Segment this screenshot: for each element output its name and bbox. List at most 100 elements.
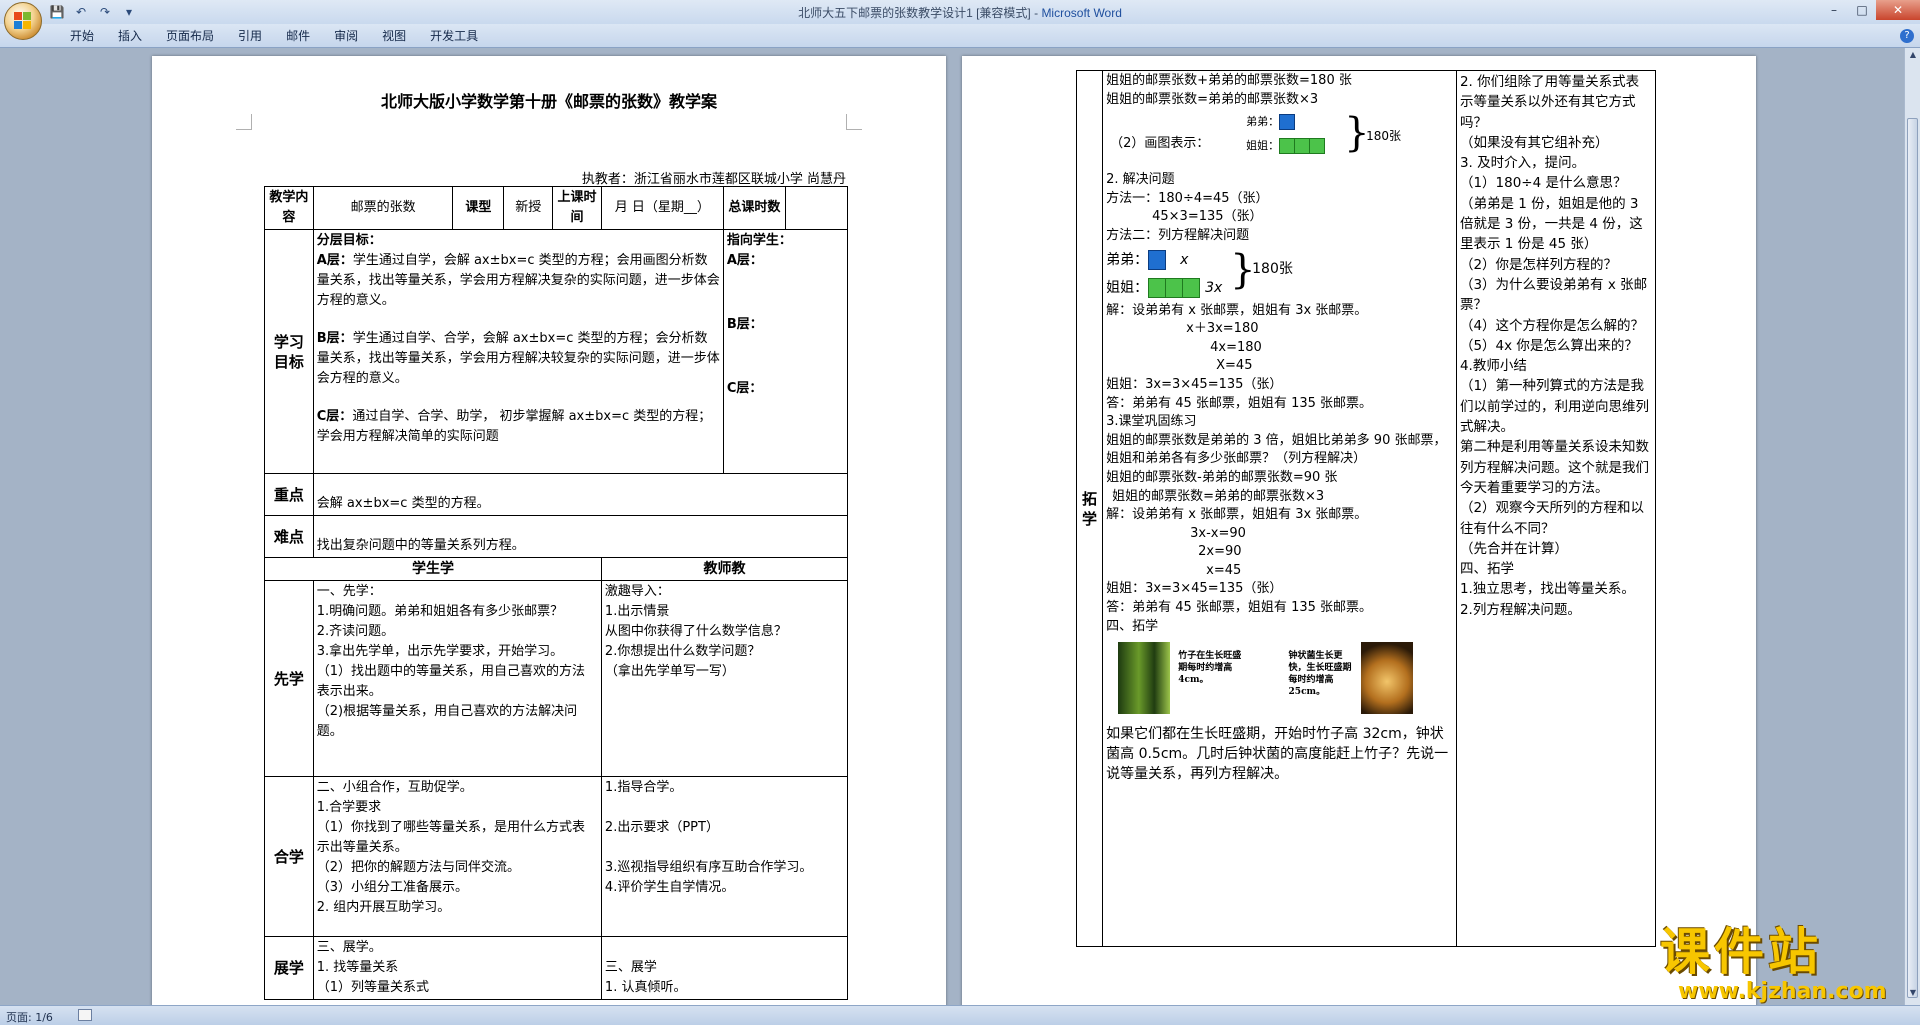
brother-block [1148,249,1167,270]
cell-total-value [784,186,849,230]
line: （2)根据等量关系，用自己喜欢的方法解决问题。 [316,704,578,739]
line: （3）为什么要设弟弟有 x 张邮票？ [1459,276,1648,314]
line: 1.明确问题。弟弟和姐姐各有多少张邮票？ [316,604,564,619]
hexue-row: 合学 二、小组合作，互助促学。 1.合学要求 （1）你找到了哪些等量关系，是用什… [264,776,849,937]
tuoxue-row: 拓学 姐姐的邮票张数+弟弟的邮票张数=180 张 姐姐的邮票张数=弟弟的邮票张数… [1075,70,1657,947]
line: （拿出先学单写一写） [604,664,735,679]
key-text: 会解 ax±bx=c 类型的方程。 [312,473,849,516]
scrollbar-thumb[interactable] [1907,118,1918,998]
mushroom-photo [1360,642,1413,715]
line: （1）180÷4 是什么意思？ [1459,175,1627,192]
line: 2. 解决问题 [1106,172,1175,188]
student-header: 学生学 [264,557,602,581]
goal-b: B层：学生通过自学、合学，会解 ax±bx=c 类型的方程；会分析数量关系，找出… [316,331,720,386]
watermark-logo: 课件站 www.kjzhan.com [1660,925,1910,1005]
line: 2x=90 [1198,544,1242,560]
line: 2.出示要求（PPT） [604,820,719,835]
title-bar: 💾 ↶ ↷ ▾ 北师大五下邮票的张数教学设计1 [兼容模式] - Microso… [0,0,1920,24]
sister-block [1309,138,1326,155]
line: 四、拓学 [1459,561,1514,578]
document-page-2[interactable]: 拓学 姐姐的邮票张数+弟弟的邮票张数=180 张 姐姐的邮票张数=弟弟的邮票张数… [962,56,1756,1005]
line: 3. 及时介入，提问。 [1459,155,1586,172]
close-button[interactable]: ✕ [1876,0,1920,20]
line: （5）4x 你是怎么算出来的？ [1459,337,1638,354]
page-count[interactable]: 页面: 1/6 [6,1009,53,1025]
student-column: 姐姐的邮票张数+弟弟的邮票张数=180 张 姐姐的邮票张数=弟弟的邮票张数×3 … [1102,70,1457,947]
growth-photo: 竹子在生长旺盛期每时约增高4cm。 钟状菌生长更快，生长旺盛期每时约增高25cm… [1118,642,1453,718]
line: 4x=180 [1210,339,1262,355]
zhanxue-teacher: 三、展学 1. 认真倾听。 [600,936,849,1000]
bamboo-photo [1118,642,1171,715]
scroll-up-icon[interactable]: ▲ [1907,50,1919,62]
line: （2）观察今天所列的方程和以往有什么不同？ [1459,500,1645,537]
sister-block [1294,138,1311,155]
line: 一、先学： [316,584,382,599]
continuation-table: 拓学 姐姐的邮票张数+弟弟的邮票张数=180 张 姐姐的邮票张数=弟弟的邮票张数… [1075,70,1657,947]
sister-block [1279,138,1296,155]
line: （如果没有其它组补充） [1459,134,1609,151]
tab-view[interactable]: 视图 [370,28,418,44]
office-button[interactable] [4,2,42,40]
line: 四、拓学 [1106,618,1159,634]
margin-corner [846,114,862,130]
tab-references[interactable]: 引用 [226,28,274,44]
line: 答：弟弟有 45 张邮票，姐姐有 135 张邮票。 [1106,395,1373,411]
line: 3.课堂巩固练习 [1106,414,1197,430]
sister-block [1148,277,1167,298]
zhanxue-row: 展学 三、展学。 1. 找等量关系 （1）列等量关系式 三、展学 1. 认真倾听… [264,936,849,1000]
goal-a: A层：学生通过自学，会解 ax±bx=c 类型的方程；会用画图分析数量关系，找出… [316,253,720,308]
line: （先合并在计算） [1459,540,1568,557]
document-title: 北师大版小学数学第十册《邮票的张数》教学案 [380,92,717,111]
diagram2-brother: 弟弟： x [1106,249,1189,270]
problem-text: 如果它们都在生长旺盛期，开始时竹子高 32cm，钟状菌高 0.5cm。几时后钟状… [1106,726,1449,783]
help-icon[interactable]: ? [1900,29,1914,43]
hexue-label: 合学 [264,776,314,937]
line: 从图中你获得了什么数学信息？ [604,624,787,639]
status-bar: 页面: 1/6 [0,1005,1920,1025]
goals-students: 指向学生： A层： B层： C层： [722,229,849,474]
key-row: 重点 会解 ax±bx=c 类型的方程。 [264,473,849,516]
line: 3.巡视指导组织有序互助合作学习。 [604,860,813,875]
xianxue-student: 一、先学： 1.明确问题。弟弟和姐姐各有多少张邮票？ 2.齐读问题。 3.拿出先… [312,580,602,777]
proofing-icon[interactable] [78,1009,92,1021]
cell-time-label: 上课时间 [552,186,602,230]
line: 姐姐的邮票张数+弟弟的邮票张数=180 张 [1106,73,1352,88]
line: X=45 [1216,358,1253,374]
tab-developer[interactable]: 开发工具 [418,28,490,44]
line: （1）第一种列算式的方法是我们以前学过的，利用逆向思维列式解决。 [1459,378,1649,436]
xianxue-label: 先学 [264,580,314,777]
tab-mailings[interactable]: 邮件 [274,28,322,44]
line: （弟弟是 1 份，姐姐是他的 3 倍就是 3 份，一共是 4 份，这里表示 1 … [1459,195,1643,253]
minimize-button[interactable]: – [1820,0,1848,20]
watermark-title: 课件站 [1660,923,1822,981]
tab-review[interactable]: 审阅 [322,28,370,44]
line: x＋3x=180 [1186,321,1259,337]
tab-page-layout[interactable]: 页面布局 [154,28,226,44]
teacher-column: 2. 你们组除了用等量关系式表示等量关系以外还有其它方式吗？ （如果没有其它组补… [1455,70,1657,947]
hexue-teacher: 1.指导合学。 2.出示要求（PPT） 3.巡视指导组织有序互助合作学习。 4.… [600,776,849,937]
cell-content-label: 教学内容 [264,186,314,230]
line: 答：弟弟有 45 张邮票，姐姐有 135 张邮票。 [1106,600,1373,616]
document-workspace: 北师大版小学数学第十册《邮票的张数》教学案 执教者：浙江省丽水市莲都区联城小学 … [0,48,1904,1005]
vertical-scrollbar[interactable]: ▲ ▼ [1904,48,1920,1005]
line: （1）你找到了哪些等量关系，是用什么方式表示出等量关系。 [316,820,586,855]
line: 姐姐：3x=3×45=135（张） [1106,581,1283,597]
line: 第二种是利用等量关系设未知数列方程解决问题。这个就是我们今天着重要学习的方法。 [1459,439,1649,496]
document-page-1[interactable]: 北师大版小学数学第十册《邮票的张数》教学案 执教者：浙江省丽水市莲都区联城小学 … [152,56,946,1005]
tuoxue-label: 拓学 [1075,70,1104,947]
line: 姐姐的邮票张数-弟弟的邮票张数=90 张 [1106,469,1338,485]
line: （1）列等量关系式 [316,980,430,995]
line: （1）找出题中的等量关系，用自己喜欢的方法表示出来。 [316,664,586,699]
tab-insert[interactable]: 插入 [106,28,154,44]
maximize-button[interactable]: □ [1848,0,1876,20]
students-c: C层： [726,381,763,396]
goals-content: 分层目标： A层：学生通过自学，会解 ax±bx=c 类型的方程；会用画图分析数… [312,229,724,474]
diagram-2: 弟弟： x 姐姐： 3x } 180张 [1106,246,1453,302]
line: 解：设弟弟有 x 张邮票，姐姐有 3x 张邮票。 [1106,302,1368,318]
goals-row: 学习目标 分层目标： A层：学生通过自学，会解 ax±bx=c 类型的方程；会用… [264,229,849,474]
diagram2-total: 180张 [1252,260,1293,277]
line: 3.拿出先学单，出示先学要求，开始学习。 [316,644,564,659]
header-row: 教学内容 邮票的张数 课型 新授 上课时间 月 日（星期__） 总课时数 [264,186,849,230]
tab-home[interactable]: 开始 [58,28,106,44]
line: 姐姐的邮票张数是弟弟的 3 倍，姐姐比弟弟多 90 张邮票，姐姐和弟弟各有多少张… [1106,432,1447,467]
